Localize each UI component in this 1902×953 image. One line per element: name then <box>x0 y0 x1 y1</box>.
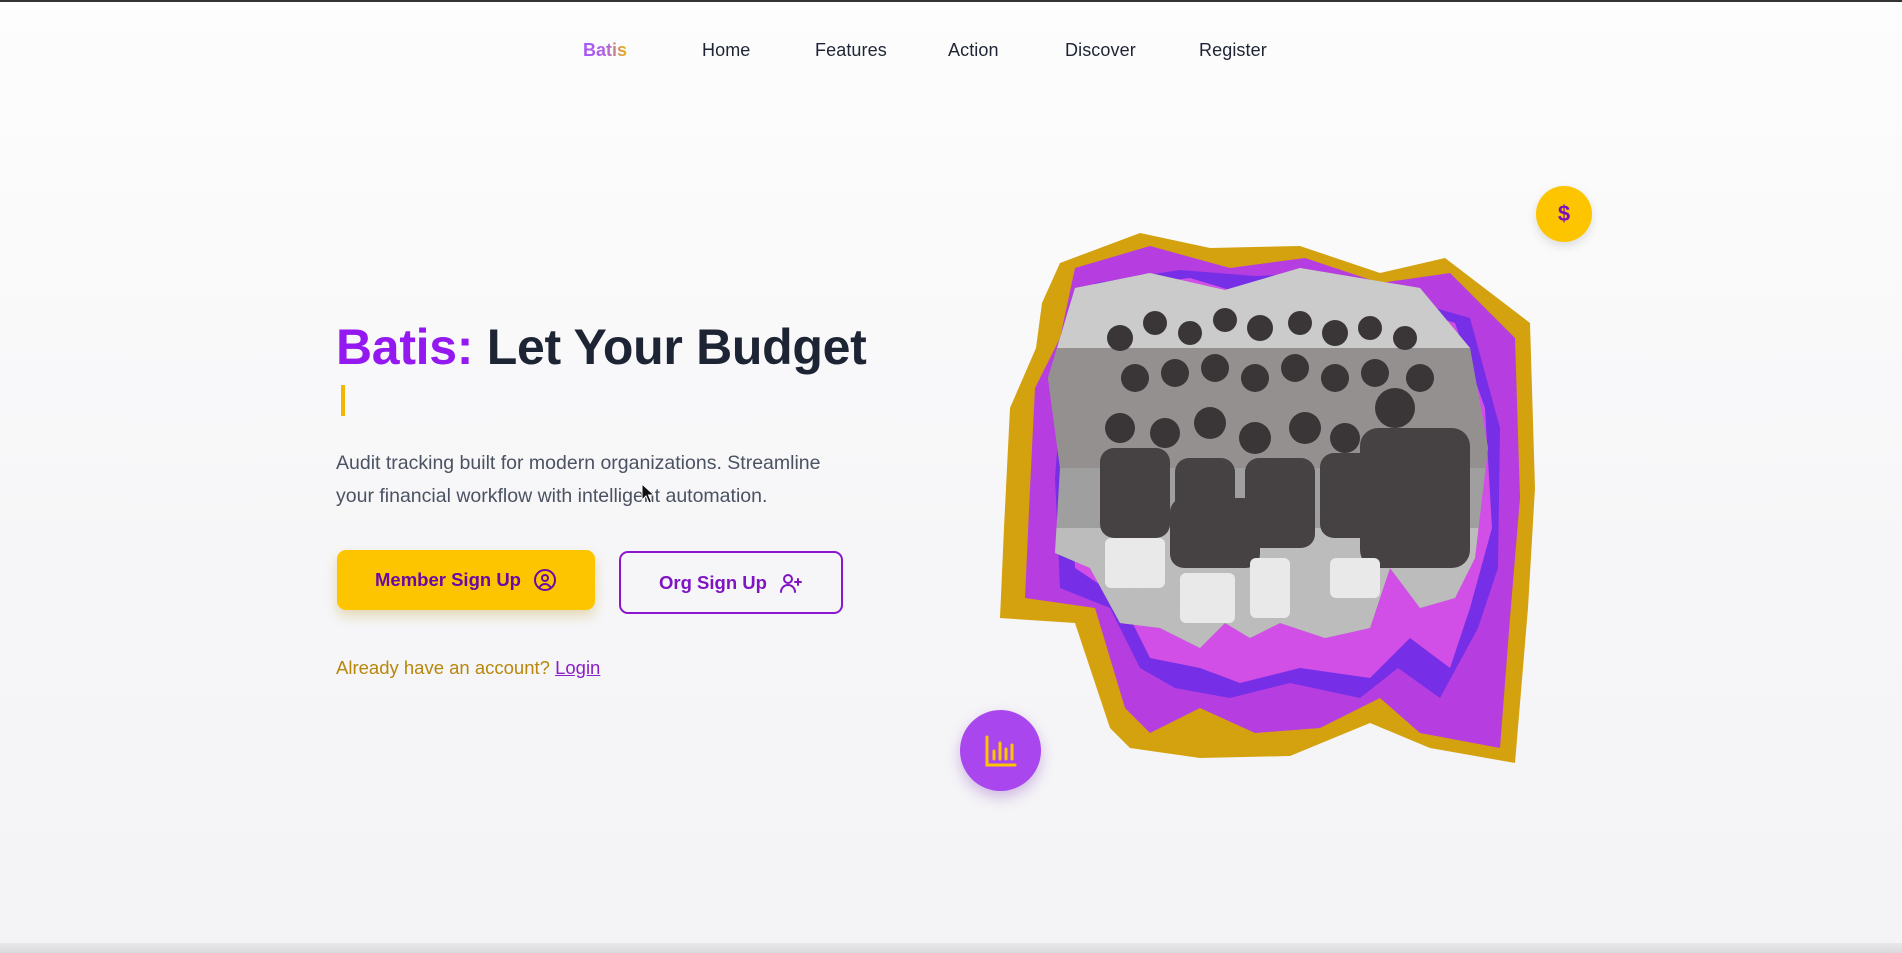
hero-description: Audit tracking built for modern organiza… <box>336 452 821 507</box>
chart-badge <box>960 710 1041 791</box>
login-link[interactable]: Login <box>555 657 600 678</box>
org-signup-label: Org Sign Up <box>659 571 767 593</box>
hero-title-text: Let Your Budget <box>486 319 867 375</box>
hero-title-brand: Batis: <box>336 319 474 375</box>
team-photo <box>1000 233 1535 763</box>
nav-link-features[interactable]: Features <box>815 40 887 61</box>
member-signup-button[interactable]: Member Sign Up <box>337 550 595 610</box>
window-top-border <box>0 0 1902 2</box>
typing-caret <box>341 385 345 416</box>
login-prompt-text: Already have an account? <box>336 657 550 678</box>
hero-title: Batis: Let Your Budget <box>336 318 867 376</box>
user-circle-icon <box>533 568 557 592</box>
nav-brand[interactable]: Batis <box>583 40 627 61</box>
nav-link-discover[interactable]: Discover <box>1065 40 1136 61</box>
team-photo-collage <box>1000 228 1540 768</box>
dollar-sign-icon: $ <box>1557 201 1571 226</box>
member-signup-label: Member Sign Up <box>375 569 521 590</box>
top-nav: Batis Home Features Action Discover Regi… <box>0 40 1902 66</box>
bar-chart-icon <box>985 735 1016 766</box>
window-bottom-edge <box>0 943 1902 953</box>
nav-link-register[interactable]: Register <box>1199 40 1267 61</box>
nav-link-home[interactable]: Home <box>702 40 750 61</box>
user-plus-icon <box>779 571 803 595</box>
login-prompt: Already have an account? Login <box>336 657 600 679</box>
mouse-cursor-icon <box>641 483 656 504</box>
nav-link-action[interactable]: Action <box>948 40 999 61</box>
dollar-coin-badge: $ <box>1536 186 1592 242</box>
org-signup-button[interactable]: Org Sign Up <box>619 551 843 614</box>
